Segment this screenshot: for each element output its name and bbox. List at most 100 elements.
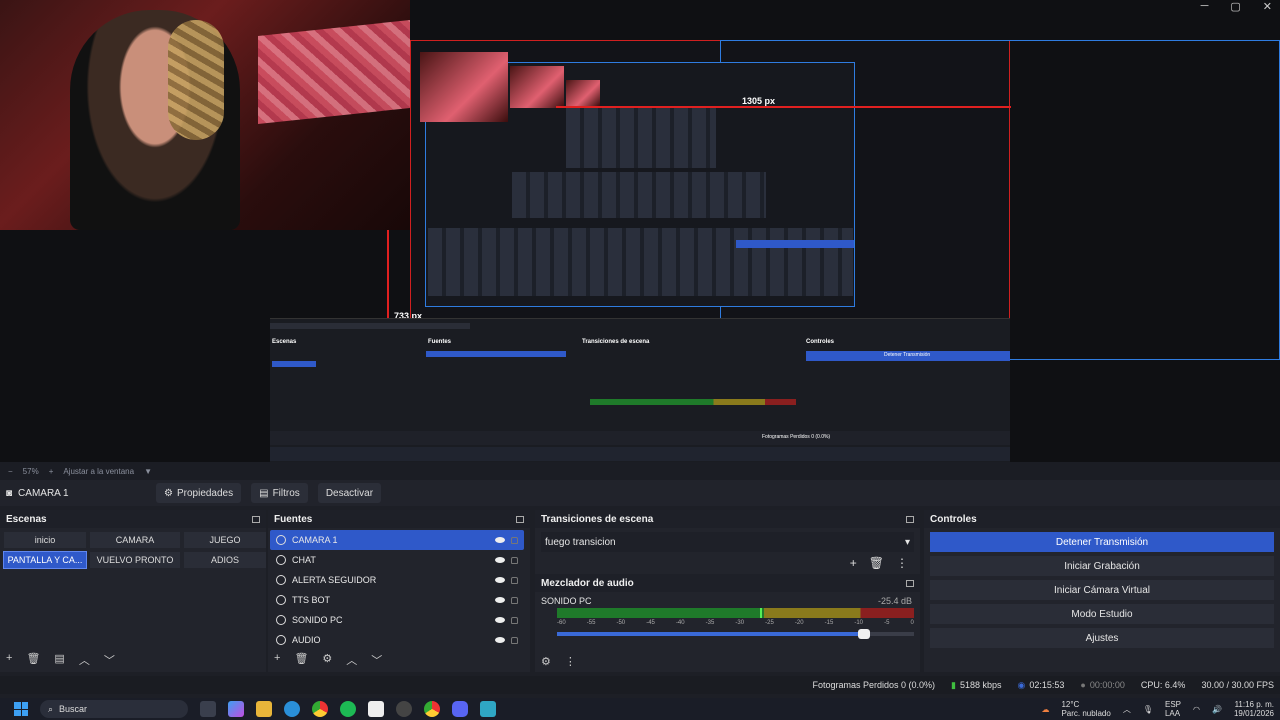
source-toolbar: ◙ CAMARA 1 ⚙ Propiedades ▤ Filtros Desac… <box>0 480 1280 506</box>
meter-tick-label: -35 <box>705 620 715 626</box>
chevron-down-icon[interactable]: ﹀ <box>104 652 115 668</box>
volume-knob[interactable] <box>858 629 871 639</box>
source-row[interactable]: CAMARA 1 <box>270 530 524 550</box>
properties-label: Propiedades <box>176 487 234 499</box>
copilot-icon[interactable] <box>228 701 244 717</box>
eye-icon[interactable] <box>495 637 505 643</box>
trash-icon[interactable]: 🗑 <box>869 556 884 570</box>
lock-icon[interactable] <box>511 556 518 564</box>
scene-button[interactable]: JUEGO <box>184 532 266 548</box>
nested-controls-blue <box>736 240 854 248</box>
clock[interactable]: 11:16 p. m. 19/01/2026 <box>1234 700 1274 718</box>
source-row[interactable]: CHAT <box>270 550 524 570</box>
preview-canvas[interactable]: ─ ▢ ✕ 1305 px 733 px Escenas Fuentes Tra… <box>0 0 1280 462</box>
stop-stream-button[interactable]: Detener Transmisión <box>930 532 1274 552</box>
mixer-settings-icon[interactable]: ⚙ <box>541 655 551 668</box>
eye-icon[interactable] <box>495 617 505 623</box>
source-row[interactable]: SONIDO PC <box>270 610 524 630</box>
studio-mode-button[interactable]: Modo Estudio <box>930 604 1274 624</box>
add-icon[interactable]: + <box>850 556 857 570</box>
eye-icon[interactable] <box>495 557 505 563</box>
close-icon[interactable]: ✕ <box>1263 0 1272 16</box>
lock-icon[interactable] <box>511 616 518 624</box>
transitions-title: Transiciones de escena <box>541 513 654 525</box>
mic-icon[interactable]: 🎙 <box>1143 705 1153 714</box>
zoom-out-icon[interactable]: − <box>8 467 13 476</box>
more-icon[interactable]: ⋮ <box>896 556 908 570</box>
volume-fill <box>557 632 865 636</box>
nested-scenes-title: Escenas <box>272 339 297 345</box>
filters-button[interactable]: ▤ Filtros <box>251 483 308 503</box>
file-explorer-icon[interactable] <box>256 701 272 717</box>
scene-button[interactable]: inicio <box>4 532 86 548</box>
start-recording-button[interactable]: Iniciar Grabación <box>930 556 1274 576</box>
spotify-icon[interactable] <box>340 701 356 717</box>
source-label: TTS BOT <box>292 595 330 605</box>
eye-icon[interactable] <box>495 537 505 543</box>
add-icon[interactable]: + <box>6 652 12 668</box>
edge-icon[interactable] <box>284 701 300 717</box>
filter-icon[interactable]: ▤ <box>54 652 64 668</box>
record-icon: ● <box>1080 680 1086 690</box>
weather-info: 12°C Parc. nublado <box>1061 700 1110 718</box>
scene-button[interactable]: ADIOS <box>184 552 266 568</box>
chrome-icon[interactable] <box>312 701 328 717</box>
volume-icon[interactable]: 🔊 <box>1212 705 1222 714</box>
lock-icon[interactable] <box>511 576 518 584</box>
taskbar-search[interactable]: ⌕ Buscar <box>40 700 188 718</box>
trash-icon[interactable]: 🗑 <box>26 652 40 668</box>
undock-icon[interactable] <box>906 515 914 523</box>
filter-icon: ▤ <box>259 487 269 499</box>
windows-start-icon[interactable] <box>14 702 28 716</box>
add-icon[interactable]: + <box>274 652 280 668</box>
deactivate-button[interactable]: Desactivar <box>317 483 382 503</box>
virtual-camera-button[interactable]: Iniciar Cámara Virtual <box>930 580 1274 600</box>
lock-icon[interactable] <box>511 636 518 644</box>
chevron-up-icon[interactable]: ︿ <box>1123 704 1131 715</box>
maximize-icon[interactable]: ▢ <box>1230 0 1240 16</box>
volume-slider[interactable] <box>557 629 914 639</box>
chevron-up-icon[interactable]: ︿ <box>346 652 357 668</box>
transition-select[interactable]: fuego transicion ▾ <box>541 532 914 552</box>
mixer-channel-header: SONIDO PC -25.4 dB <box>535 592 920 608</box>
trash-icon[interactable]: 🗑 <box>294 652 308 668</box>
mixer-db-value: -25.4 dB <box>877 596 912 606</box>
chevron-down-icon[interactable]: ﹀ <box>371 652 382 668</box>
minimize-icon[interactable]: ─ <box>1201 0 1209 16</box>
meter-tick-label: 0 <box>910 620 914 626</box>
lock-icon[interactable] <box>511 536 518 544</box>
undock-icon[interactable] <box>906 579 914 587</box>
scene-button[interactable]: VUELVO PRONTO <box>90 552 180 568</box>
nested-ui-1 <box>566 108 716 168</box>
scene-button[interactable]: PANTALLA Y CA... <box>3 551 87 569</box>
scene-button[interactable]: CAMARA <box>90 532 180 548</box>
meter-tick-label: -40 <box>675 620 685 626</box>
fit-window-label[interactable]: Ajustar a la ventana <box>63 467 134 476</box>
source-label: CHAT <box>292 555 316 565</box>
eye-icon[interactable] <box>495 577 505 583</box>
properties-button[interactable]: ⚙ Propiedades <box>156 483 242 503</box>
zoom-in-icon[interactable]: + <box>49 467 54 476</box>
discord-icon[interactable] <box>452 701 468 717</box>
task-view-icon[interactable] <box>200 701 216 717</box>
gear-icon[interactable]: ⚙ <box>322 652 332 668</box>
source-row[interactable]: AUDIO <box>270 630 524 650</box>
chrome-profile-icon[interactable] <box>424 701 440 717</box>
obs-icon[interactable] <box>396 701 412 717</box>
lock-icon[interactable] <box>511 596 518 604</box>
settings-button[interactable]: Ajustes <box>930 628 1274 648</box>
capcut-icon[interactable] <box>368 701 384 717</box>
language-indicator[interactable]: ESP LAA <box>1165 700 1181 718</box>
fit-dropdown-icon[interactable]: ▼ <box>144 467 152 476</box>
undock-icon[interactable] <box>516 515 524 523</box>
scenes-footer: + 🗑 ▤ ︿ ﹀ <box>6 652 115 668</box>
more-icon[interactable]: ⋮ <box>565 655 576 668</box>
wifi-icon[interactable]: ◠ <box>1193 705 1200 714</box>
meter-tick-label: -25 <box>765 620 774 626</box>
undock-icon[interactable] <box>252 515 260 523</box>
chevron-up-icon[interactable]: ︿ <box>79 652 90 668</box>
source-row[interactable]: TTS BOT <box>270 590 524 610</box>
eye-icon[interactable] <box>495 597 505 603</box>
source-row[interactable]: ALERTA SEGUIDOR <box>270 570 524 590</box>
notepad-icon[interactable] <box>480 701 496 717</box>
